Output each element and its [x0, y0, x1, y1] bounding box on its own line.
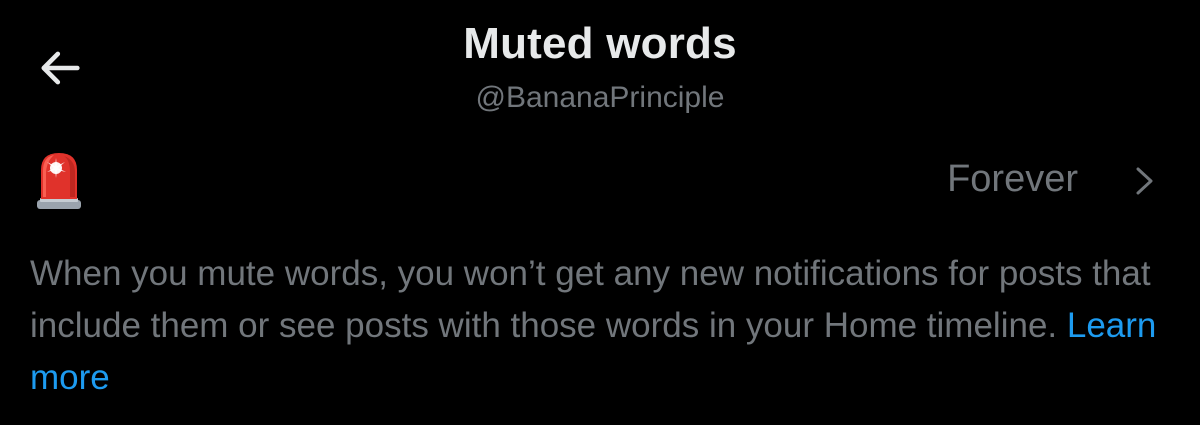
muted-word-row[interactable]: Forever	[0, 140, 1200, 220]
header: Muted words @BananaPrinciple	[0, 0, 1200, 130]
chevron-right-icon	[1136, 167, 1153, 195]
back-arrow-icon	[41, 51, 80, 85]
police-light-icon	[37, 153, 81, 209]
description-text: When you mute words, you won’t get any n…	[30, 254, 1151, 345]
page-title: Muted words	[463, 19, 737, 68]
mute-description: When you mute words, you won’t get any n…	[30, 248, 1180, 404]
mute-duration: Forever	[947, 158, 1078, 200]
title-block: Muted words @BananaPrinciple	[300, 16, 900, 120]
back-button[interactable]	[22, 30, 98, 106]
account-handle: @BananaPrinciple	[475, 81, 725, 114]
